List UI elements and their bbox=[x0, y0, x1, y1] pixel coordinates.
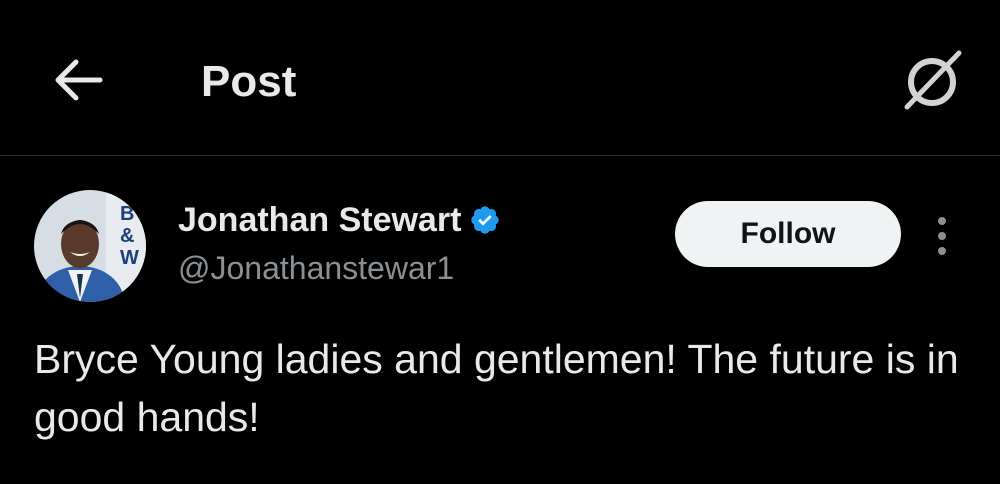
author-name[interactable]: Jonathan Stewart bbox=[178, 200, 501, 240]
grok-button[interactable] bbox=[896, 44, 968, 116]
more-options-button[interactable] bbox=[920, 208, 964, 264]
avatar-image: B & W bbox=[34, 190, 146, 302]
grok-icon bbox=[904, 50, 962, 110]
follow-button[interactable]: Follow bbox=[675, 201, 901, 267]
svg-text:W: W bbox=[120, 247, 139, 269]
avatar[interactable]: B & W bbox=[34, 190, 146, 302]
top-bar: Post bbox=[0, 0, 1000, 156]
post-text: Bryce Young ladies and gentlemen! The fu… bbox=[34, 336, 959, 440]
page-title: Post bbox=[201, 57, 297, 106]
author-handle[interactable]: @Jonathanstewar1 bbox=[178, 248, 454, 288]
verified-badge-icon bbox=[471, 206, 500, 234]
svg-text:&: & bbox=[120, 225, 134, 247]
svg-text:B: B bbox=[120, 203, 134, 225]
back-button[interactable] bbox=[46, 52, 110, 108]
arrow-left-icon bbox=[55, 59, 103, 101]
header-divider bbox=[0, 155, 1000, 156]
more-vertical-icon bbox=[938, 217, 946, 255]
author-name-text[interactable]: Jonathan Stewart bbox=[178, 200, 461, 240]
